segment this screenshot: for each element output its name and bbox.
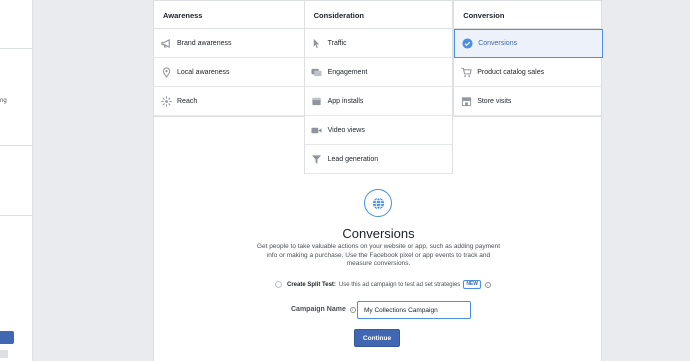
objective-label: Local awareness <box>177 68 230 76</box>
reach-burst-icon <box>160 95 172 107</box>
check-circle-icon <box>461 38 473 50</box>
sidebar-button[interactable] <box>0 331 14 344</box>
split-test-text: Use this ad campaign to test ad set stra… <box>338 281 461 288</box>
objective-reach[interactable]: Reach <box>154 87 304 116</box>
objective-traffic[interactable]: Traffic <box>304 29 453 58</box>
split-test-checkbox[interactable] <box>275 281 282 288</box>
objective-label: Traffic <box>327 39 347 47</box>
box-icon <box>311 95 323 107</box>
objective-label: Product catalog sales <box>477 68 545 76</box>
funnel-icon <box>311 153 323 165</box>
globe-icon <box>364 189 392 217</box>
awareness-heading: Awareness <box>154 0 304 29</box>
megaphone-icon <box>160 37 172 49</box>
campaign-name-input[interactable] <box>357 301 471 319</box>
campaign-name-label: Campaign Name <box>291 306 346 313</box>
sidebar-divider <box>0 215 33 216</box>
chat-bubbles-icon <box>311 66 323 78</box>
objective-conversions[interactable]: Conversions <box>454 29 603 58</box>
objective-brand-awareness[interactable]: Brand awareness <box>154 29 304 58</box>
objective-app-installs[interactable]: App installs <box>304 87 453 116</box>
sidebar-divider <box>0 48 33 49</box>
sidebar-divider <box>0 145 33 146</box>
campaign-name-label-row: Campaign Name i <box>291 306 356 313</box>
objective-label: Conversions <box>478 40 518 47</box>
info-icon[interactable]: i <box>349 306 356 313</box>
awareness-column: Awareness Brand awareness Local awarenes… <box>154 0 304 117</box>
objective-label: Brand awareness <box>177 39 232 47</box>
objective-label: Video views <box>327 126 365 134</box>
objective-panel: Awareness Brand awareness Local awarenes… <box>153 0 603 361</box>
objective-lead-generation[interactable]: Lead generation <box>304 145 453 174</box>
info-icon[interactable]: i <box>484 281 491 288</box>
conversion-heading: Conversion <box>454 0 603 29</box>
objective-label: App installs <box>327 97 364 105</box>
video-camera-icon <box>311 124 323 136</box>
left-sidebar: ng <box>0 0 33 361</box>
objective-label: Lead generation <box>327 155 379 163</box>
split-test-label: Create Split Test: <box>287 281 336 288</box>
split-test-row: Create Split Test: Use this ad campaign … <box>275 280 491 289</box>
new-badge: NEW <box>463 280 481 289</box>
objective-video-views[interactable]: Video views <box>304 116 453 145</box>
objective-local-awareness[interactable]: Local awareness <box>154 58 304 87</box>
consideration-heading: Consideration <box>304 0 453 29</box>
objective-title: Conversions <box>342 226 415 241</box>
objective-description: Get people to take valuable actions on y… <box>256 243 501 267</box>
conversion-column: Conversion Conversions Product catalog s… <box>453 0 603 117</box>
objective-label: Engagement <box>327 68 368 76</box>
objective-label: Reach <box>177 97 198 105</box>
objective-label: Store visits <box>477 97 512 105</box>
objective-grid: Awareness Brand awareness Local awarenes… <box>154 0 603 174</box>
consideration-column: Consideration Traffic Engagement App ins… <box>303 0 454 174</box>
store-icon <box>460 95 472 107</box>
sidebar-sliver-text: ng <box>0 98 7 104</box>
cart-icon <box>460 66 472 78</box>
objective-store-visits[interactable]: Store visits <box>454 87 603 116</box>
objective-product-catalog-sales[interactable]: Product catalog sales <box>454 58 603 87</box>
location-pin-icon <box>160 66 172 78</box>
objective-engagement[interactable]: Engagement <box>304 58 453 87</box>
continue-button[interactable]: Continue <box>354 329 400 347</box>
cursor-icon <box>311 37 323 49</box>
sidebar-icon <box>0 350 8 358</box>
